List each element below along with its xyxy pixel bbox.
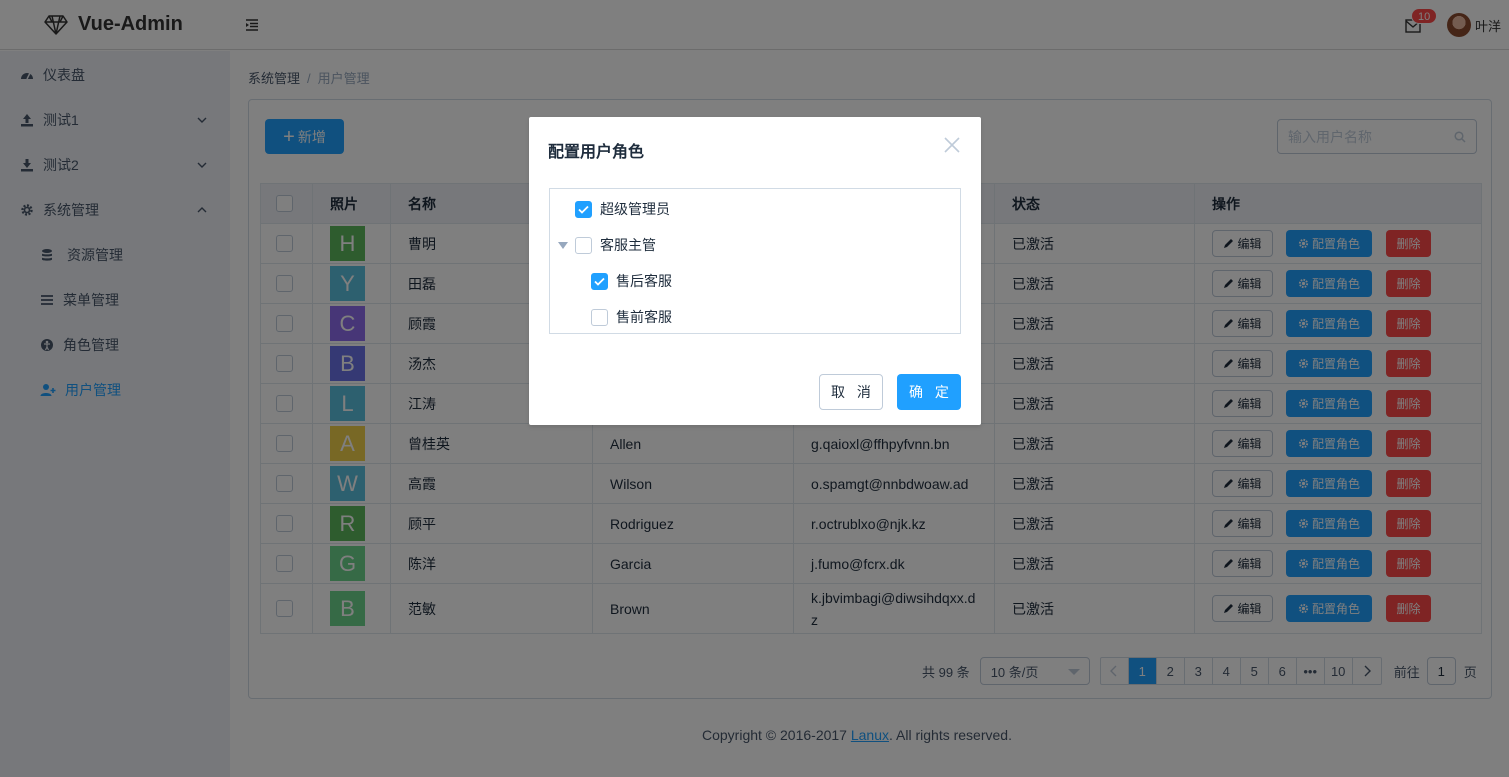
role-config-dialog: 配置用户角色 超级管理员 客服主管 售后客服 售前客服 取 消 确 定: [529, 117, 981, 425]
tree-node-label: 客服主管: [600, 237, 656, 253]
tree-node-super-admin[interactable]: 超级管理员: [575, 199, 670, 219]
check-icon: [578, 205, 589, 214]
confirm-button[interactable]: 确 定: [897, 374, 961, 410]
tree-node-after-sales[interactable]: 售后客服: [591, 271, 672, 291]
tree-node-pre-sales[interactable]: 售前客服: [591, 307, 672, 327]
close-icon[interactable]: [943, 136, 961, 154]
cancel-button[interactable]: 取 消: [819, 374, 883, 410]
tree-checkbox[interactable]: [575, 200, 592, 218]
caret-down-icon[interactable]: [558, 241, 568, 249]
tree-checkbox[interactable]: [575, 236, 592, 254]
check-icon: [594, 277, 605, 286]
tree-checkbox[interactable]: [591, 308, 608, 326]
tree-checkbox[interactable]: [591, 272, 608, 290]
tree-node-label: 超级管理员: [600, 201, 670, 217]
tree-node-label: 售后客服: [616, 273, 672, 289]
dialog-title: 配置用户角色: [548, 144, 645, 161]
tree-node-label: 售前客服: [616, 309, 672, 325]
role-tree: 超级管理员 客服主管 售后客服 售前客服: [549, 188, 961, 334]
tree-node-cs-manager[interactable]: 客服主管: [558, 235, 656, 255]
